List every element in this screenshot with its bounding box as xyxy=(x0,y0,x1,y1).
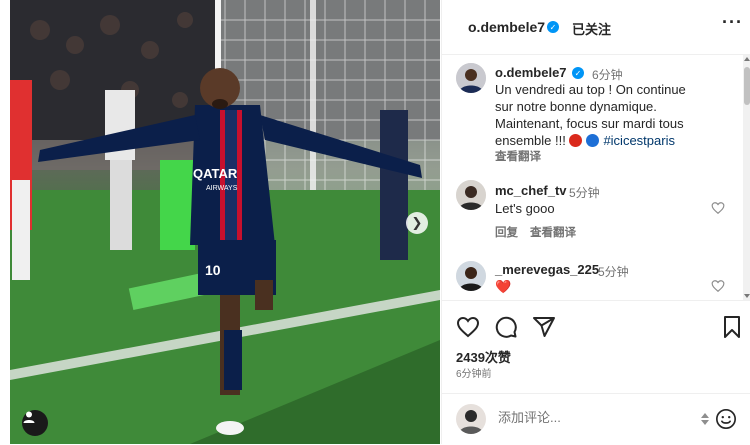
comment-icon[interactable] xyxy=(494,315,518,339)
comment-text: ❤️ xyxy=(495,279,512,294)
comment-like-heart-icon[interactable] xyxy=(711,279,725,293)
share-icon[interactable] xyxy=(532,315,556,339)
spinner-arrows-icon[interactable] xyxy=(700,412,710,426)
caption-line-last: ensemble !!! #icicestparis xyxy=(495,132,735,149)
caption-line: Un vendredi au top ! On continue xyxy=(495,82,686,97)
emoji-icon[interactable] xyxy=(715,408,737,430)
caption-text: Un vendredi au top ! On continue sur not… xyxy=(495,81,735,149)
author-avatar-image xyxy=(456,63,486,93)
following-button[interactable]: 已关注 xyxy=(572,19,611,38)
scroll-up-arrow[interactable] xyxy=(744,57,750,61)
comment-time: 5分钟 xyxy=(569,186,600,200)
comment-input[interactable] xyxy=(498,410,678,425)
comment-see-translation[interactable]: 查看翻译 xyxy=(530,224,576,240)
heart-icon[interactable] xyxy=(456,315,480,339)
verified-icon: ✓ xyxy=(572,67,584,79)
likes-count[interactable]: 2439次赞 xyxy=(456,347,511,366)
comment-time: 5分钟 xyxy=(598,265,629,279)
commenter-avatar-image xyxy=(456,261,486,291)
blue-circle-emoji xyxy=(586,134,600,147)
comment-username[interactable]: _merevegas_225 xyxy=(495,262,599,277)
author-username[interactable]: o.dembele7 xyxy=(468,19,545,35)
photo-illustration: QATAR AIRWAYS 10 xyxy=(10,0,440,444)
next-arrow-icon: ❯ xyxy=(411,215,423,230)
comments-scrollbar[interactable] xyxy=(743,55,750,300)
caption-see-translation[interactable]: 查看翻译 xyxy=(495,148,541,164)
current-user-avatar xyxy=(456,404,486,434)
post-details-panel: o.dembele7 ✓ 已关注 ··· o.dembele7 ✓ 6分钟 Un… xyxy=(441,0,750,444)
scrollbar-thumb[interactable] xyxy=(744,67,750,105)
hashtag-link[interactable]: #icicestparis xyxy=(603,133,675,148)
comment-text: Let's gooo xyxy=(495,201,555,216)
commenter-avatar[interactable] xyxy=(456,261,486,291)
svg-text:QATAR: QATAR xyxy=(193,166,238,181)
next-photo-button[interactable]: ❯ xyxy=(406,212,428,234)
author-avatar[interactable] xyxy=(456,63,486,93)
caption-username[interactable]: o.dembele7 xyxy=(495,65,567,80)
post-header: o.dembele7 ✓ 已关注 ··· xyxy=(442,0,750,55)
caption-line: sur notre bonne dynamique. xyxy=(495,99,657,114)
post-timestamp: 6分钟前 xyxy=(456,369,492,380)
comment-like-heart-icon[interactable] xyxy=(711,201,725,215)
comment-composer xyxy=(442,393,750,445)
scroll-down-arrow[interactable] xyxy=(744,294,750,298)
reply-button[interactable]: 回复 xyxy=(495,224,518,240)
verified-icon: ✓ xyxy=(547,21,559,33)
caption-line: Maintenant, focus sur mardi tous xyxy=(495,116,684,131)
commenter-avatar-image xyxy=(456,180,486,210)
tagged-users-button[interactable] xyxy=(22,410,48,436)
bookmark-icon[interactable] xyxy=(720,315,744,339)
user-tag-icon xyxy=(23,411,35,423)
commenter-avatar[interactable] xyxy=(456,180,486,210)
more-options-button[interactable]: ··· xyxy=(722,12,743,33)
red-circle-emoji xyxy=(569,134,583,147)
page-margin xyxy=(0,0,10,444)
current-user-avatar-image xyxy=(456,404,486,434)
svg-text:AIRWAYS: AIRWAYS xyxy=(206,185,238,192)
post-photo[interactable]: QATAR AIRWAYS 10 ❯ xyxy=(10,0,440,444)
comment-username[interactable]: mc_chef_tv xyxy=(495,183,567,198)
svg-text:10: 10 xyxy=(205,262,221,278)
comments-list[interactable]: o.dembele7 ✓ 6分钟 Un vendredi au top ! On… xyxy=(442,55,743,300)
caption-line: ensemble !!! xyxy=(495,133,570,148)
